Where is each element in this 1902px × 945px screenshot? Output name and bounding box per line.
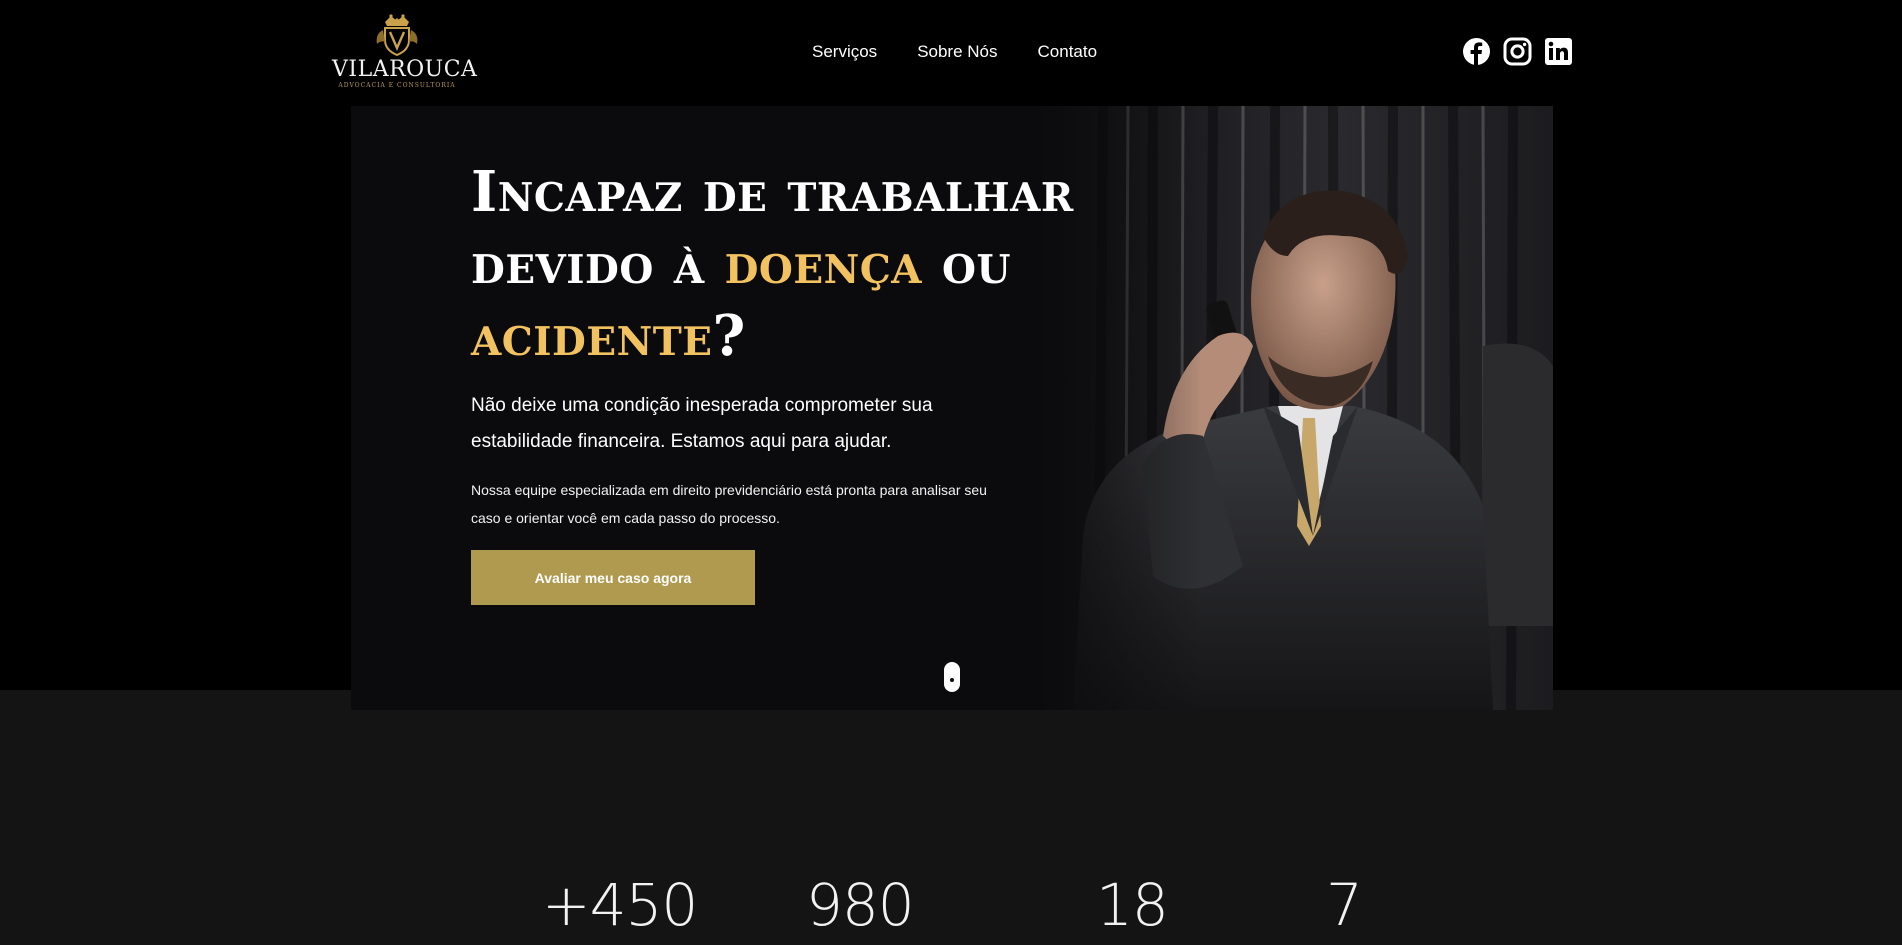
stat-value-3: 18 <box>1096 871 1169 939</box>
nav-link-contato[interactable]: Contato <box>1038 40 1098 64</box>
logo[interactable]: VILAROUCA ADVOCACIA E CONSULTORIA <box>332 12 478 92</box>
scroll-down-icon[interactable] <box>944 662 960 692</box>
site-header: VILAROUCA ADVOCACIA E CONSULTORIA Serviç… <box>0 0 1902 105</box>
hero-title-part-2: ou <box>922 231 1012 297</box>
social-links <box>1462 37 1573 66</box>
linkedin-icon[interactable] <box>1544 37 1573 66</box>
stats-section: +450 980 18 7 <box>0 870 1902 945</box>
hero-lead: Não deixe uma condição inesperada compro… <box>471 395 933 452</box>
hero-photo-man-on-phone <box>1013 106 1553 710</box>
scroll-dot <box>950 678 954 682</box>
crest-logo-icon <box>376 14 418 56</box>
main-nav: Serviços Sobre Nós Contato <box>812 40 1097 64</box>
brand-tagline: ADVOCACIA E CONSULTORIA <box>338 82 456 89</box>
brand-name: VILAROUCA <box>332 57 478 82</box>
instagram-icon[interactable] <box>1503 37 1532 66</box>
facebook-icon[interactable] <box>1462 37 1491 66</box>
stat-value-4: 7 <box>1326 871 1363 939</box>
evaluate-case-button[interactable]: Avaliar meu caso agora <box>471 550 755 605</box>
hero-title-part-3: ? <box>712 303 746 369</box>
hero-title-highlight-acidente: acidente <box>471 303 713 369</box>
nav-link-sobre-nos[interactable]: Sobre Nós <box>917 40 997 64</box>
hero-description: Nossa equipe especializada em direito pr… <box>471 482 987 526</box>
stat-value-1: +450 <box>542 871 698 939</box>
stat-value-2: 980 <box>806 871 915 939</box>
hero-content: Incapaz de trabalhar devido à doença ou … <box>471 156 1091 605</box>
hero-title-highlight-doenca: doença <box>724 231 923 297</box>
nav-link-servicos[interactable]: Serviços <box>812 40 877 64</box>
page: VILAROUCA ADVOCACIA E CONSULTORIA Serviç… <box>0 0 1902 945</box>
hero-section: Incapaz de trabalhar devido à doença ou … <box>351 106 1553 710</box>
hero-title: Incapaz de trabalhar devido à doença ou … <box>471 156 1091 372</box>
